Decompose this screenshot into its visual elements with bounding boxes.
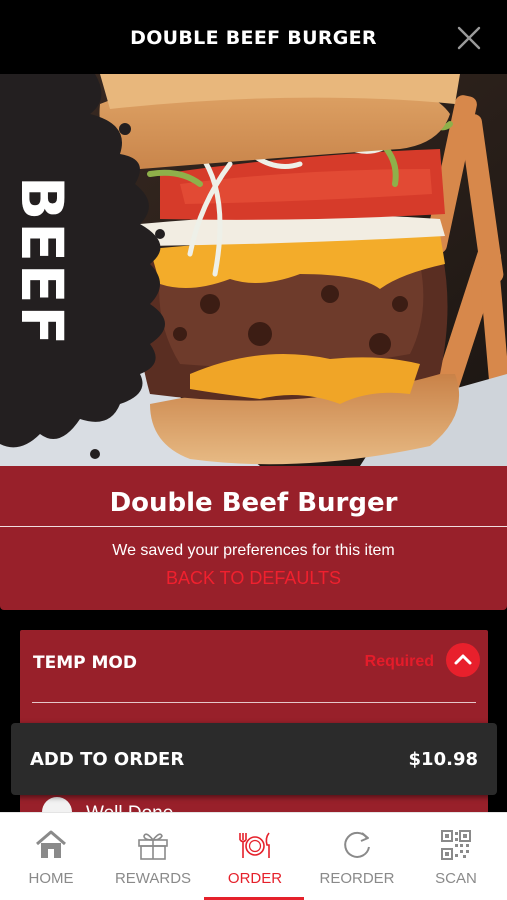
nav-label: SCAN: [435, 870, 477, 887]
saved-preferences-message: We saved your preferences for this item: [112, 542, 395, 559]
nav-item-home[interactable]: HOME: [0, 813, 102, 900]
add-to-order-label: ADD TO ORDER: [30, 749, 185, 770]
gift-icon: [138, 833, 168, 860]
top-bar: DOUBLE BEEF BURGER: [0, 0, 507, 74]
nav-label: HOME: [28, 870, 74, 887]
home-icon: [36, 830, 66, 858]
item-info-panel: Double Beef Burger We saved your prefere…: [0, 466, 507, 610]
divider: [32, 702, 476, 703]
nav-label: REORDER: [319, 870, 395, 887]
chevron-up-icon: [454, 654, 472, 665]
item-hero-image: BEEF: [0, 74, 507, 466]
page-title: DOUBLE BEEF BURGER: [130, 27, 377, 49]
nav-item-reorder[interactable]: REORDER: [306, 813, 408, 900]
collapse-toggle-button[interactable]: [446, 643, 480, 677]
modifier-title: TEMP MOD: [33, 653, 137, 673]
beef-badge-text: BEEF: [8, 176, 76, 347]
qr-code-icon: [441, 830, 471, 860]
reorder-icon: [344, 831, 370, 858]
close-icon[interactable]: [457, 26, 481, 50]
order-price: $10.98: [408, 749, 478, 770]
nav-label: ORDER: [227, 870, 283, 887]
nav-item-scan[interactable]: SCAN: [405, 813, 507, 900]
required-label: Required: [364, 653, 434, 670]
bottom-nav: HOME REWARDS ORDER REORDER SCAN: [0, 812, 507, 900]
add-to-order-button[interactable]: ADD TO ORDER $10.98: [11, 723, 497, 795]
burger-photo: BEEF: [0, 74, 507, 466]
item-name: Double Beef Burger: [109, 488, 398, 518]
utensils-icon: [239, 832, 270, 858]
back-to-defaults-link[interactable]: BACK TO DEFAULTS: [0, 568, 507, 589]
nav-label: REWARDS: [114, 870, 192, 887]
divider: [0, 526, 507, 527]
nav-item-rewards[interactable]: REWARDS: [102, 813, 204, 900]
nav-item-order[interactable]: ORDER: [204, 813, 306, 900]
